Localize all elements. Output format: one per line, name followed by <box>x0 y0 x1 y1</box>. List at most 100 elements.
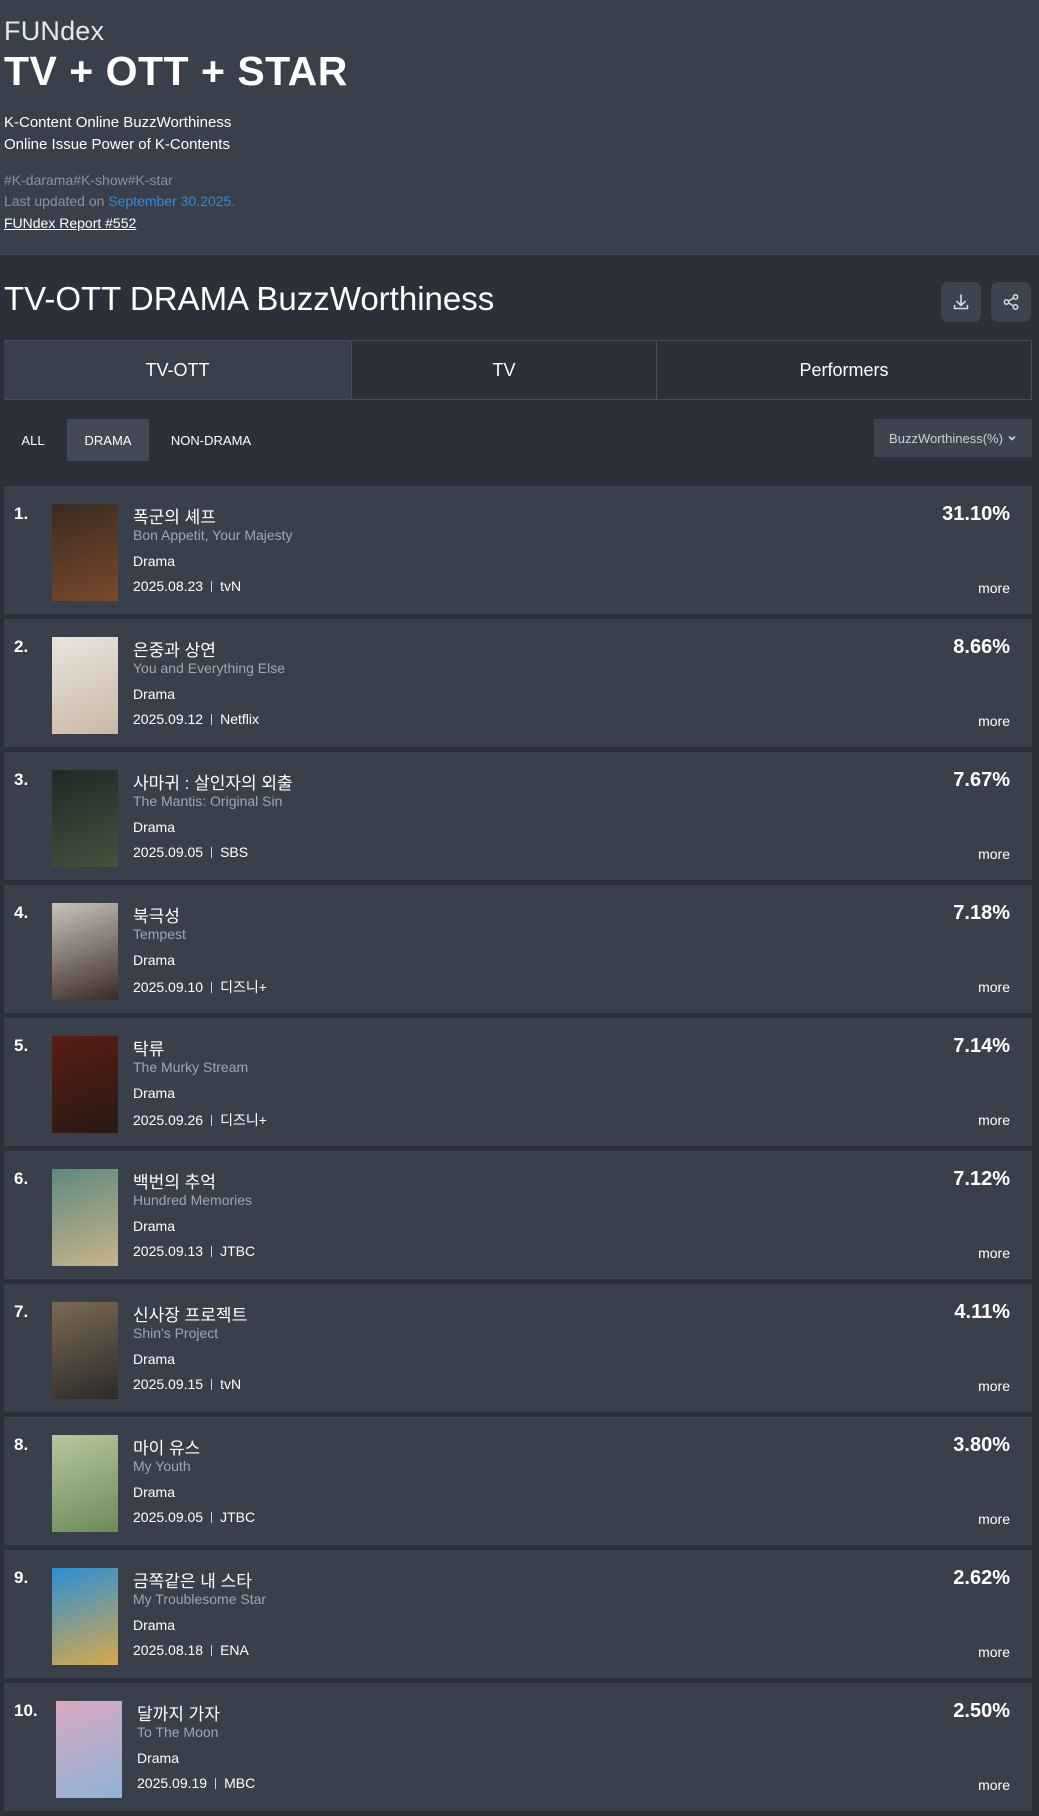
page-header: FUNdex TV + OTT + STAR K-Content Online … <box>0 0 1039 255</box>
air-info: 2025.09.12 Netflix <box>133 711 259 727</box>
divider <box>211 846 213 858</box>
divider <box>211 1378 213 1390</box>
channel-name: MBC <box>224 1775 256 1791</box>
more-link[interactable]: more <box>978 979 1010 995</box>
title-english: My Troublesome Star <box>133 1591 267 1607</box>
list-item[interactable]: 1. 폭군의 셰프 Bon Appetit, Your Majesty Dram… <box>4 486 1032 614</box>
tab-performers[interactable]: Performers <box>657 341 1032 399</box>
more-link[interactable]: more <box>978 1511 1010 1527</box>
rank-number: 6. <box>14 1169 29 1188</box>
more-link[interactable]: more <box>978 1644 1010 1660</box>
air-info: 2025.08.18 ENA <box>133 1642 249 1658</box>
title-english: The Mantis: Original Sin <box>133 793 283 809</box>
air-date: 2025.09.13 <box>133 1243 204 1259</box>
title-korean: 신사장 프로젝트 <box>133 1306 248 1325</box>
main-tabs: TV-OTT TV Performers <box>4 340 1032 400</box>
sort-dropdown[interactable]: BuzzWorthiness(%) <box>874 419 1032 457</box>
title-english: You and Everything Else <box>133 660 286 676</box>
divider <box>211 1511 213 1523</box>
poster-image[interactable] <box>56 1701 122 1798</box>
download-button[interactable] <box>941 282 981 322</box>
title-english: To The Moon <box>137 1724 219 1740</box>
title-korean: 폭군의 셰프 <box>133 508 216 527</box>
more-link[interactable]: more <box>978 1112 1010 1128</box>
poster-image[interactable] <box>52 504 118 601</box>
more-link[interactable]: more <box>978 846 1010 862</box>
hashtags: #K-darama#K-show#K-star <box>4 172 173 188</box>
poster-image[interactable] <box>52 1036 118 1133</box>
title-korean: 탁류 <box>133 1040 165 1059</box>
poster-image[interactable] <box>52 1568 118 1665</box>
divider <box>211 1644 213 1656</box>
list-item[interactable]: 4. 북극성 Tempest Drama 2025.09.10 디즈니+ 7.1… <box>4 885 1032 1013</box>
more-link[interactable]: more <box>978 1378 1010 1394</box>
air-info: 2025.09.15 tvN <box>133 1376 241 1392</box>
buzz-percent: 31.10% <box>942 503 1010 525</box>
rank-number: 7. <box>14 1302 29 1321</box>
rank-number: 10. <box>14 1701 38 1720</box>
genre-label: Drama <box>133 1085 176 1101</box>
poster-image[interactable] <box>52 1435 118 1532</box>
updated-date: September 30.2025. <box>108 193 236 209</box>
filter-drama[interactable]: DRAMA <box>67 419 149 461</box>
rank-number: 8. <box>14 1435 29 1454</box>
brand-name: FUNdex <box>4 16 105 46</box>
buzz-percent: 2.50% <box>953 1700 1010 1722</box>
air-date: 2025.09.12 <box>133 711 204 727</box>
poster-image[interactable] <box>52 1169 118 1266</box>
tab-tv[interactable]: TV <box>352 341 657 399</box>
divider <box>211 981 213 993</box>
rank-number: 5. <box>14 1036 29 1055</box>
share-button[interactable] <box>991 282 1031 322</box>
poster-image[interactable] <box>52 903 118 1000</box>
title-korean: 마이 유스 <box>133 1439 201 1458</box>
list-item[interactable]: 2. 은중과 상연 You and Everything Else Drama … <box>4 619 1032 747</box>
title-english: Hundred Memories <box>133 1192 253 1208</box>
poster-image[interactable] <box>52 770 118 867</box>
more-link[interactable]: more <box>978 1245 1010 1261</box>
air-info: 2025.09.13 JTBC <box>133 1243 255 1259</box>
list-item[interactable]: 7. 신사장 프로젝트 Shin's Project Drama 2025.09… <box>4 1284 1032 1412</box>
genre-label: Drama <box>133 1484 176 1500</box>
subtitle-buzz: K-Content Online BuzzWorthiness <box>4 114 232 131</box>
list-item[interactable]: 6. 백번의 추억 Hundred Memories Drama 2025.09… <box>4 1151 1032 1279</box>
list-item[interactable]: 10. 달까지 가자 To The Moon Drama 2025.09.19 … <box>4 1683 1032 1811</box>
more-link[interactable]: more <box>978 713 1010 729</box>
title-english: Tempest <box>133 926 186 942</box>
air-date: 2025.09.10 <box>133 979 204 995</box>
buzz-percent: 7.67% <box>953 769 1010 791</box>
air-info: 2025.09.05 SBS <box>133 844 248 860</box>
divider <box>211 580 213 592</box>
air-date: 2025.09.05 <box>133 844 204 860</box>
list-item[interactable]: 5. 탁류 The Murky Stream Drama 2025.09.26 … <box>4 1018 1032 1146</box>
tab-tv-ott[interactable]: TV-OTT <box>4 341 352 399</box>
more-link[interactable]: more <box>978 580 1010 596</box>
title-korean: 북극성 <box>133 907 180 926</box>
list-item[interactable]: 8. 마이 유스 My Youth Drama 2025.09.05 JTBC … <box>4 1417 1032 1545</box>
channel-name: JTBC <box>220 1243 256 1259</box>
chevron-down-icon <box>1008 435 1016 441</box>
air-info: 2025.09.19 MBC <box>137 1775 255 1791</box>
poster-image[interactable] <box>52 1302 118 1399</box>
buzz-percent: 7.14% <box>953 1035 1010 1057</box>
subtitle-issue: Online Issue Power of K-Contents <box>4 136 230 153</box>
list-item[interactable]: 3. 사마귀 : 살인자의 외출 The Mantis: Original Si… <box>4 752 1032 880</box>
divider <box>211 1245 213 1257</box>
filter-all[interactable]: ALL <box>4 419 62 461</box>
page-title: TV + OTT + STAR <box>4 48 348 94</box>
buzz-percent: 7.12% <box>953 1168 1010 1190</box>
buzz-percent: 8.66% <box>953 636 1010 658</box>
more-link[interactable]: more <box>978 1777 1010 1793</box>
title-korean: 백번의 추억 <box>133 1173 216 1192</box>
title-korean: 은중과 상연 <box>133 641 216 660</box>
poster-image[interactable] <box>52 637 118 734</box>
title-korean: 달까지 가자 <box>137 1705 220 1724</box>
report-link[interactable]: FUNdex Report #552 <box>4 215 136 231</box>
genre-label: Drama <box>133 686 176 702</box>
filter-non-drama[interactable]: NON-DRAMA <box>152 419 270 461</box>
channel-name: Netflix <box>220 711 259 727</box>
list-item[interactable]: 9. 금쪽같은 내 스타 My Troublesome Star Drama 2… <box>4 1550 1032 1678</box>
rank-number: 1. <box>14 504 29 523</box>
air-date: 2025.09.19 <box>137 1775 208 1791</box>
genre-label: Drama <box>133 553 176 569</box>
